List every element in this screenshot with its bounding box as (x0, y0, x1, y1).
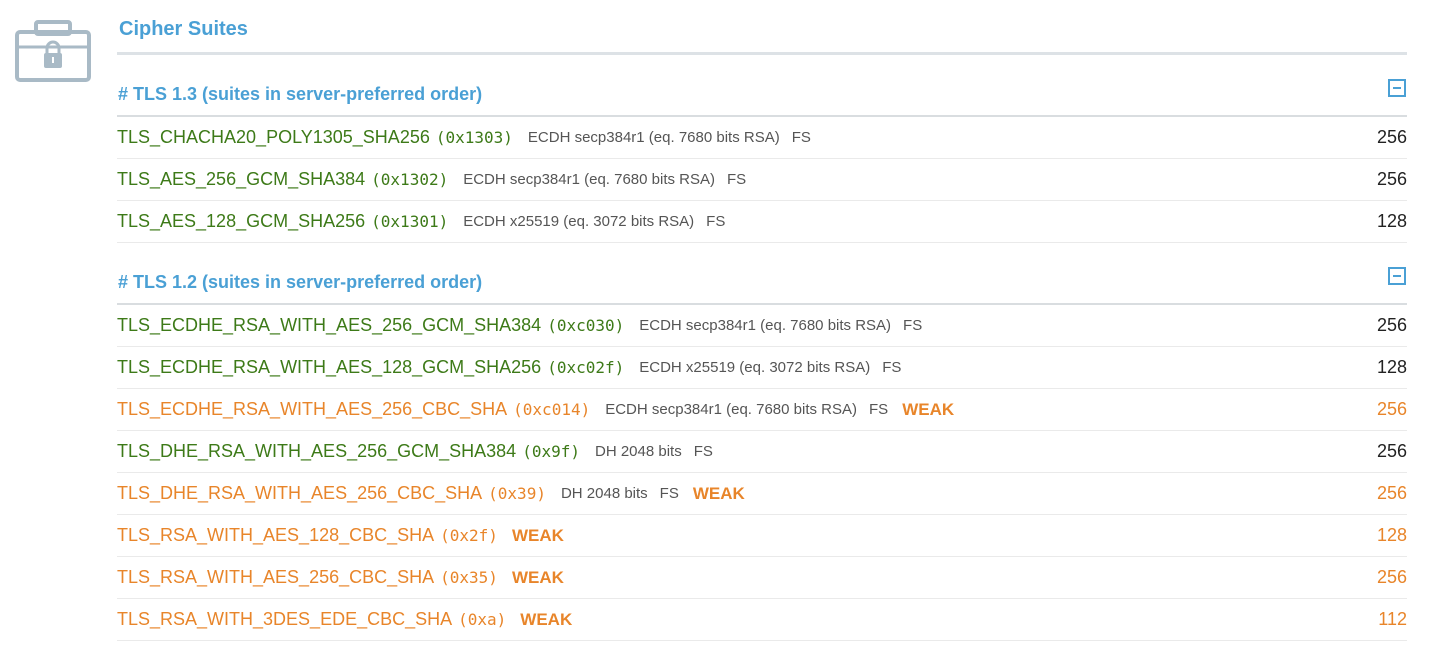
cipher-row: TLS_AES_128_GCM_SHA256 (0x1301) ECDH x2551… (117, 201, 1407, 243)
tls12-group: # TLS 1.2 (suites in server-preferred or… (117, 243, 1407, 641)
cipher-row: TLS_ECDHE_RSA_WITH_AES_256_CBC_SHA (0xc01… (117, 389, 1407, 431)
cipher-list-tls12: TLS_ECDHE_RSA_WITH_AES_256_GCM_SHA384 (0x… (117, 305, 1407, 641)
cipher-row: TLS_AES_256_GCM_SHA384 (0x1302) ECDH secp3… (117, 159, 1407, 201)
weak-badge: WEAK (692, 483, 745, 503)
key-bits: 128 (1376, 525, 1407, 545)
cipher-hex-code: (0x39) (488, 484, 546, 503)
forward-secrecy-badge: FS (659, 485, 679, 502)
cipher-hex-code: (0x9f) (522, 442, 580, 461)
forward-secrecy-badge: FS (727, 171, 747, 188)
cipher-hex-code: (0x1303) (435, 128, 513, 147)
cipher-row: TLS_DHE_RSA_WITH_AES_256_GCM_SHA384 (0x9f… (117, 431, 1407, 473)
forward-secrecy-badge: FS (791, 129, 811, 146)
cipher-name: TLS_CHACHA20_POLY1305_SHA256 (117, 127, 430, 147)
cipher-hex-code: (0xc014) (513, 400, 591, 419)
key-bits: 256 (1376, 127, 1407, 147)
cipher-suites-panel: Cipher Suites # TLS 1.3 (suites in serve… (117, 0, 1407, 641)
cipher-row: TLS_RSA_WITH_AES_128_CBC_SHA (0x2f) WEAK 12… (117, 515, 1407, 557)
key-exchange: ECDH secp384r1 (eq. 7680 bits RSA) (605, 401, 858, 418)
tls13-group: # TLS 1.3 (suites in server-preferred or… (117, 55, 1407, 243)
forward-secrecy-badge: FS (869, 401, 889, 418)
key-bits: 256 (1376, 567, 1407, 587)
cipher-name: TLS_AES_128_GCM_SHA256 (117, 211, 366, 231)
cipher-name: TLS_RSA_WITH_AES_256_CBC_SHA (117, 567, 435, 587)
group-title: # TLS 1.2 (suites in server-preferred or… (118, 272, 483, 292)
cipher-list-tls13: TLS_CHACHA20_POLY1305_SHA256 (0x1303) ECDH… (117, 117, 1407, 243)
group-title: # TLS 1.3 (suites in server-preferred or… (118, 84, 483, 104)
cipher-row: TLS_DHE_RSA_WITH_AES_256_CBC_SHA (0x39) DH… (117, 473, 1407, 515)
key-bits: 256 (1376, 169, 1407, 189)
forward-secrecy-badge: FS (882, 359, 902, 376)
cipher-hex-code: (0x1302) (371, 170, 449, 189)
forward-secrecy-badge: FS (706, 213, 726, 230)
collapse-button-tls12[interactable] (1388, 267, 1406, 285)
key-bits: 256 (1376, 315, 1407, 335)
key-bits: 128 (1376, 357, 1407, 377)
cipher-name: TLS_ECDHE_RSA_WITH_AES_128_GCM_SHA256 (117, 357, 542, 377)
cipher-name: TLS_ECDHE_RSA_WITH_AES_256_GCM_SHA384 (117, 315, 542, 335)
cipher-row: TLS_RSA_WITH_3DES_EDE_CBC_SHA (0xa) WEAK 11… (117, 599, 1407, 641)
key-exchange: DH 2048 bits (560, 485, 648, 502)
key-exchange: ECDH x25519 (eq. 3072 bits RSA) (463, 213, 695, 230)
cipher-row: TLS_ECDHE_RSA_WITH_AES_256_GCM_SHA384 (0x… (117, 305, 1407, 347)
weak-badge: WEAK (511, 525, 564, 545)
group-header-tls12: # TLS 1.2 (suites in server-preferred or… (117, 243, 1407, 305)
key-bits: 256 (1376, 483, 1407, 503)
cipher-hex-code: (0xc030) (547, 316, 625, 335)
cipher-hex-code: (0x1301) (371, 212, 449, 231)
key-bits: 256 (1376, 441, 1407, 461)
cipher-name: TLS_RSA_WITH_3DES_EDE_CBC_SHA (117, 609, 453, 629)
key-exchange: ECDH secp384r1 (eq. 7680 bits RSA) (463, 171, 716, 188)
group-header-tls13: # TLS 1.3 (suites in server-preferred or… (117, 55, 1407, 117)
cipher-hex-code: (0x35) (440, 568, 498, 587)
cipher-row: TLS_RSA_WITH_AES_256_CBC_SHA (0x35) WEAK 25… (117, 557, 1407, 599)
cipher-hex-code: (0x2f) (440, 526, 498, 545)
cipher-name: TLS_DHE_RSA_WITH_AES_256_CBC_SHA (117, 483, 483, 503)
cipher-row: TLS_ECDHE_RSA_WITH_AES_128_GCM_SHA256 (0x… (117, 347, 1407, 389)
weak-badge: WEAK (511, 567, 564, 587)
weak-badge: WEAK (902, 399, 955, 419)
key-bits: 256 (1376, 399, 1407, 419)
cipher-name: TLS_DHE_RSA_WITH_AES_256_GCM_SHA384 (117, 441, 517, 461)
lock-briefcase-icon (15, 20, 91, 82)
section-title: Cipher Suites (117, 0, 1407, 55)
forward-secrecy-badge: FS (693, 443, 713, 460)
cipher-hex-code: (0xc02f) (547, 358, 625, 377)
key-exchange: ECDH secp384r1 (eq. 7680 bits RSA) (527, 129, 780, 146)
key-bits: 112 (1378, 609, 1407, 629)
cipher-hex-code: (0xa) (458, 610, 507, 629)
key-exchange: DH 2048 bits (594, 443, 682, 460)
cipher-name: TLS_AES_256_GCM_SHA384 (117, 169, 366, 189)
collapse-button-tls13[interactable] (1388, 79, 1406, 97)
cipher-name: TLS_RSA_WITH_AES_128_CBC_SHA (117, 525, 435, 545)
weak-badge: WEAK (520, 609, 573, 629)
key-exchange: ECDH secp384r1 (eq. 7680 bits RSA) (639, 317, 892, 334)
cipher-name: TLS_ECDHE_RSA_WITH_AES_256_CBC_SHA (117, 399, 508, 419)
cipher-row: TLS_CHACHA20_POLY1305_SHA256 (0x1303) ECDH… (117, 117, 1407, 159)
key-exchange: ECDH x25519 (eq. 3072 bits RSA) (639, 359, 871, 376)
key-bits: 128 (1376, 211, 1407, 231)
forward-secrecy-badge: FS (903, 317, 923, 334)
